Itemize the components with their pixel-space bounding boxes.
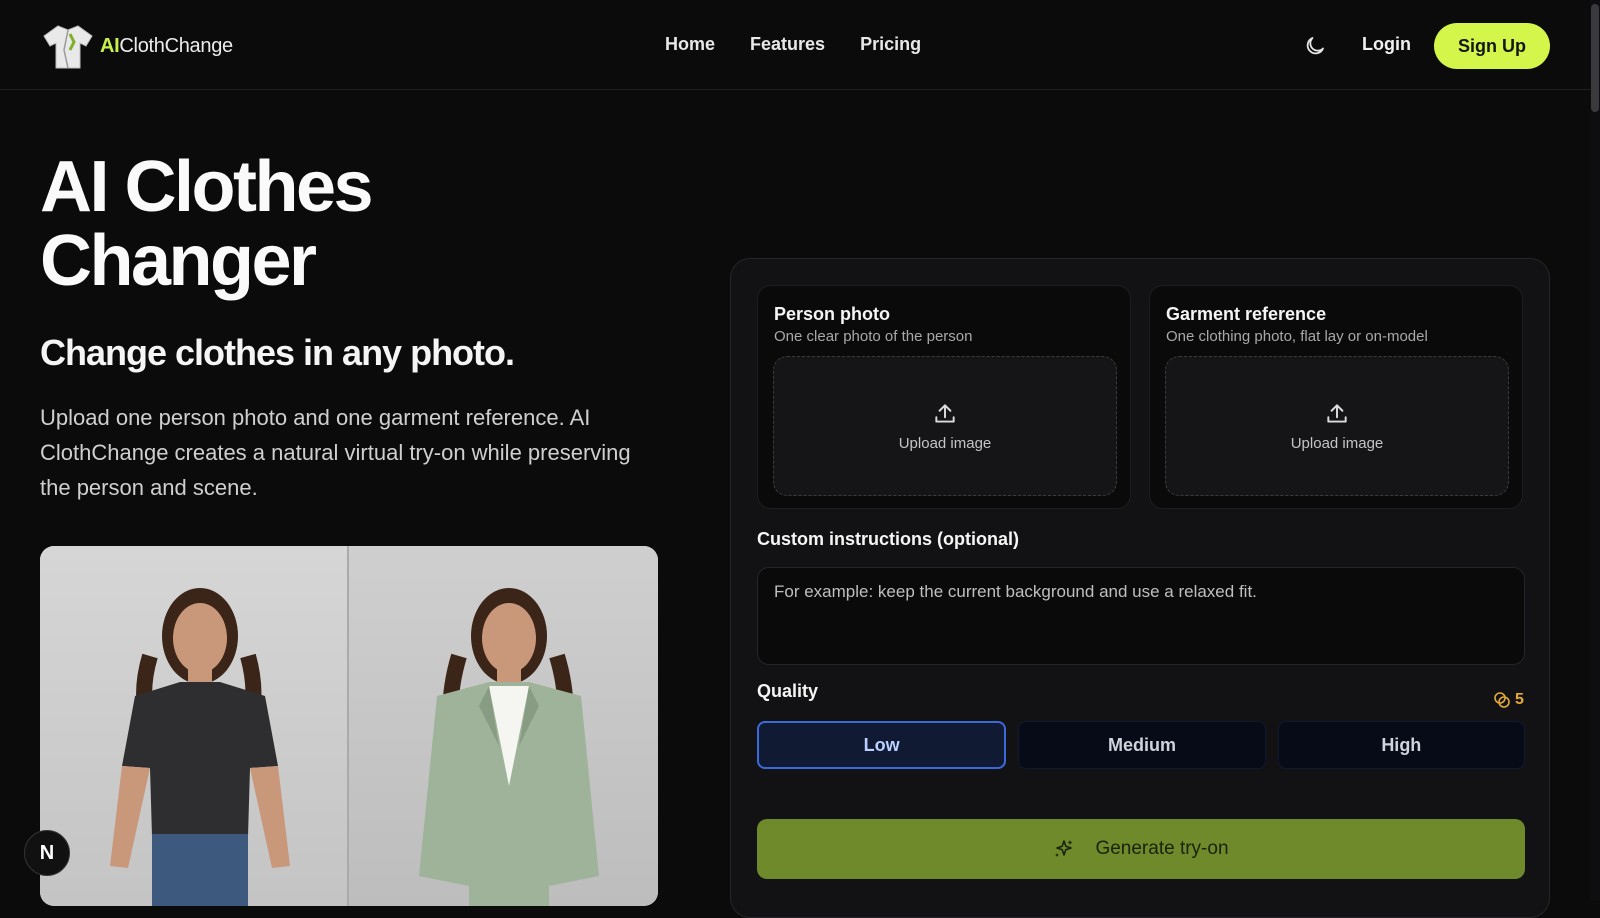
hero-title-line2: Changer xyxy=(40,221,317,301)
garment-reference-dropzone[interactable]: Upload image xyxy=(1165,356,1509,496)
signup-button[interactable]: Sign Up xyxy=(1434,23,1550,69)
generate-tryon-button[interactable]: Generate try-on xyxy=(757,819,1525,879)
custom-instructions-input[interactable] xyxy=(757,567,1525,665)
before-after-preview xyxy=(40,546,658,906)
garment-upload-label: Upload image xyxy=(1290,434,1384,452)
instructions-label: Custom instructions (optional) xyxy=(757,529,1019,549)
person-photo-hint: One clear photo of the person xyxy=(774,328,973,345)
brand-logo[interactable]: AIClothChange xyxy=(40,20,233,72)
brand-name: AIClothChange xyxy=(100,35,233,58)
moon-icon[interactable] xyxy=(1303,34,1327,58)
quality-medium-button[interactable]: Medium xyxy=(1018,721,1266,769)
garment-reference-hint: One clothing photo, flat lay or on-model xyxy=(1166,328,1428,345)
person-photo-panel: Person photo One clear photo of the pers… xyxy=(757,285,1131,509)
login-link[interactable]: Login xyxy=(1362,34,1411,55)
upload-icon xyxy=(1327,403,1347,423)
person-upload-label: Upload image xyxy=(898,434,992,452)
generate-tryon-label: Generate try-on xyxy=(1095,838,1229,859)
quality-low-button[interactable]: Low xyxy=(757,721,1007,769)
coins-icon xyxy=(1494,692,1510,708)
n-badge-button[interactable]: N xyxy=(24,830,70,876)
hero-subtitle: Change clothes in any photo. xyxy=(40,332,515,373)
person-blazer-illustration xyxy=(419,588,599,906)
before-image xyxy=(40,546,349,906)
nav-home[interactable]: Home xyxy=(665,34,715,55)
brand-clothchange: ClothChange xyxy=(119,34,233,57)
scrollbar-thumb[interactable] xyxy=(1591,4,1599,112)
person-tshirt-illustration xyxy=(110,588,290,906)
quality-high-button[interactable]: High xyxy=(1277,721,1525,769)
sparkles-icon xyxy=(1055,840,1073,857)
nav-features[interactable]: Features xyxy=(750,34,825,55)
page-scrollbar[interactable] xyxy=(1590,0,1600,901)
nav-pricing[interactable]: Pricing xyxy=(860,34,921,55)
hero-title-line1: AI Clothes xyxy=(40,147,374,227)
garment-reference-title: Garment reference xyxy=(1166,304,1327,324)
hero-title: AI Clothes Changer xyxy=(40,150,600,298)
brand-ai: AI xyxy=(100,34,120,57)
credit-cost-value: 5 xyxy=(1515,691,1524,708)
credit-cost: 5 xyxy=(1493,691,1524,709)
upload-icon xyxy=(935,403,955,423)
quality-label: Quality xyxy=(757,681,819,701)
shirt-logo-icon xyxy=(43,25,93,69)
tryon-form-card: Person photo One clear photo of the pers… xyxy=(730,258,1550,918)
after-image xyxy=(349,546,658,906)
main-nav: Home Features Pricing xyxy=(665,34,921,55)
person-photo-dropzone[interactable]: Upload image xyxy=(773,356,1117,496)
top-navbar: AIClothChange Home Features Pricing Logi… xyxy=(0,0,1590,90)
hero-description: Upload one person photo and one garment … xyxy=(40,405,631,500)
garment-reference-panel: Garment reference One clothing photo, fl… xyxy=(1149,285,1523,509)
person-photo-title: Person photo xyxy=(774,304,890,324)
quality-selector: Low Medium High xyxy=(757,721,1525,769)
